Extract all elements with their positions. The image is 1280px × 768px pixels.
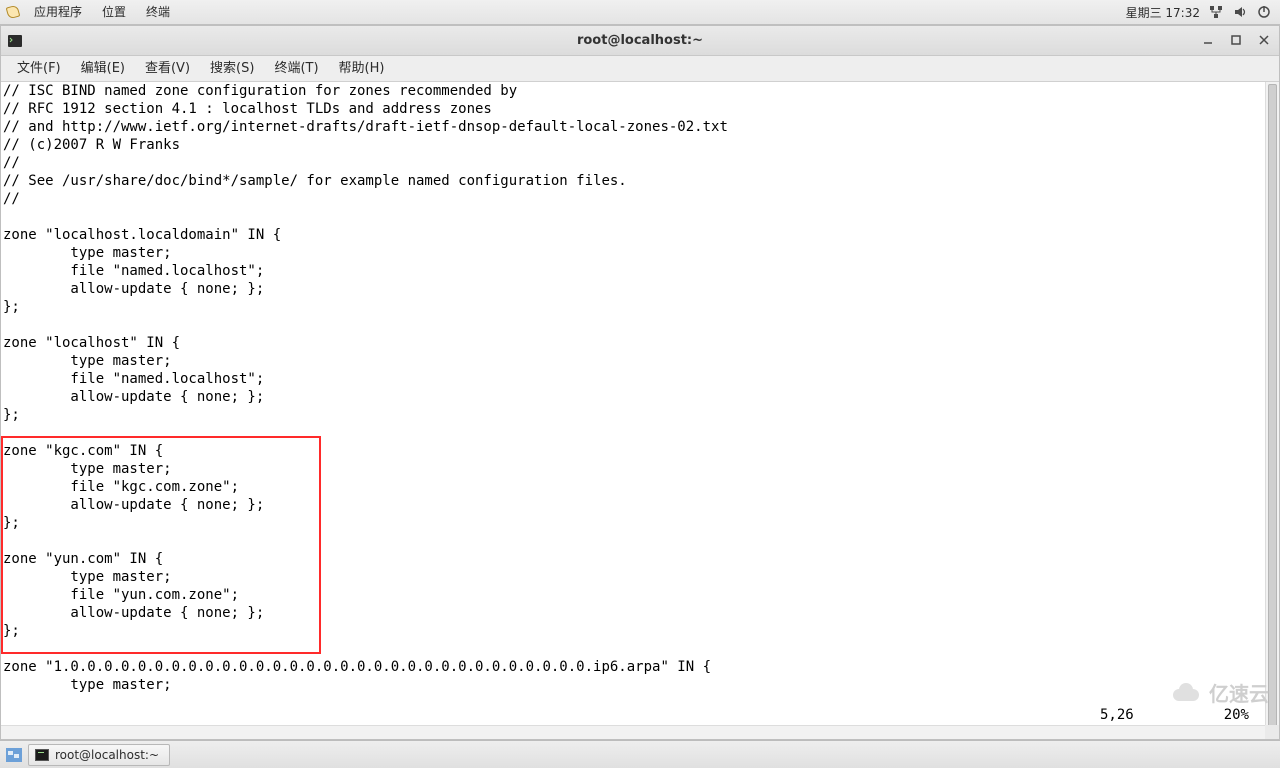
terminal-window: root@localhost:~ 文件(F) 编辑(E) 查看(V) 搜索(S)…: [0, 25, 1280, 740]
menu-search[interactable]: 搜索(S): [200, 56, 264, 82]
panel-menu-terminal[interactable]: 终端: [136, 0, 180, 25]
menu-help[interactable]: 帮助(H): [329, 56, 395, 82]
menu-view[interactable]: 查看(V): [135, 56, 200, 82]
maximize-button[interactable]: [1227, 31, 1245, 49]
horizontal-scrollbar[interactable]: [1, 725, 1265, 739]
window-title: root@localhost:~: [577, 33, 703, 48]
volume-icon[interactable]: [1232, 4, 1248, 20]
menu-file[interactable]: 文件(F): [7, 56, 71, 82]
terminal-content[interactable]: // ISC BIND named zone configuration for…: [1, 82, 1279, 694]
terminal-icon: [35, 749, 49, 761]
terminal-viewport[interactable]: // ISC BIND named zone configuration for…: [1, 82, 1279, 739]
vim-cursor-pos: 5,26: [1100, 707, 1134, 723]
window-titlebar[interactable]: root@localhost:~: [1, 26, 1279, 56]
vertical-scrollbar[interactable]: [1265, 82, 1279, 725]
cloud-icon: [1169, 683, 1203, 703]
show-desktop-icon[interactable]: [6, 748, 22, 762]
panel-menu-places[interactable]: 位置: [92, 0, 136, 25]
terminal-icon: [7, 33, 23, 49]
panel-menu-applications[interactable]: 应用程序: [24, 0, 92, 25]
panel-clock[interactable]: 星期三 17:32: [1126, 4, 1200, 21]
scroll-corner: [1265, 725, 1279, 739]
power-icon[interactable]: [1256, 4, 1272, 20]
close-button[interactable]: [1255, 31, 1273, 49]
menu-edit[interactable]: 编辑(E): [71, 56, 135, 82]
network-icon[interactable]: [1208, 4, 1224, 20]
watermark-text: 亿速云: [1209, 678, 1269, 707]
minimize-button[interactable]: [1199, 31, 1217, 49]
vim-status-line: 5,26 20%: [1100, 707, 1249, 723]
watermark: 亿速云: [1169, 678, 1269, 707]
taskbar-item-label: root@localhost:~: [55, 748, 159, 762]
gnome-bottom-panel: root@localhost:~: [0, 740, 1280, 768]
gnome-foot-icon: [4, 4, 20, 20]
terminal-menubar: 文件(F) 编辑(E) 查看(V) 搜索(S) 终端(T) 帮助(H): [1, 56, 1279, 82]
taskbar-item-terminal[interactable]: root@localhost:~: [28, 744, 170, 766]
menu-terminal[interactable]: 终端(T): [264, 56, 328, 82]
gnome-top-panel: 应用程序 位置 终端 星期三 17:32: [0, 0, 1280, 25]
vim-scroll-pct: 20%: [1224, 707, 1249, 723]
